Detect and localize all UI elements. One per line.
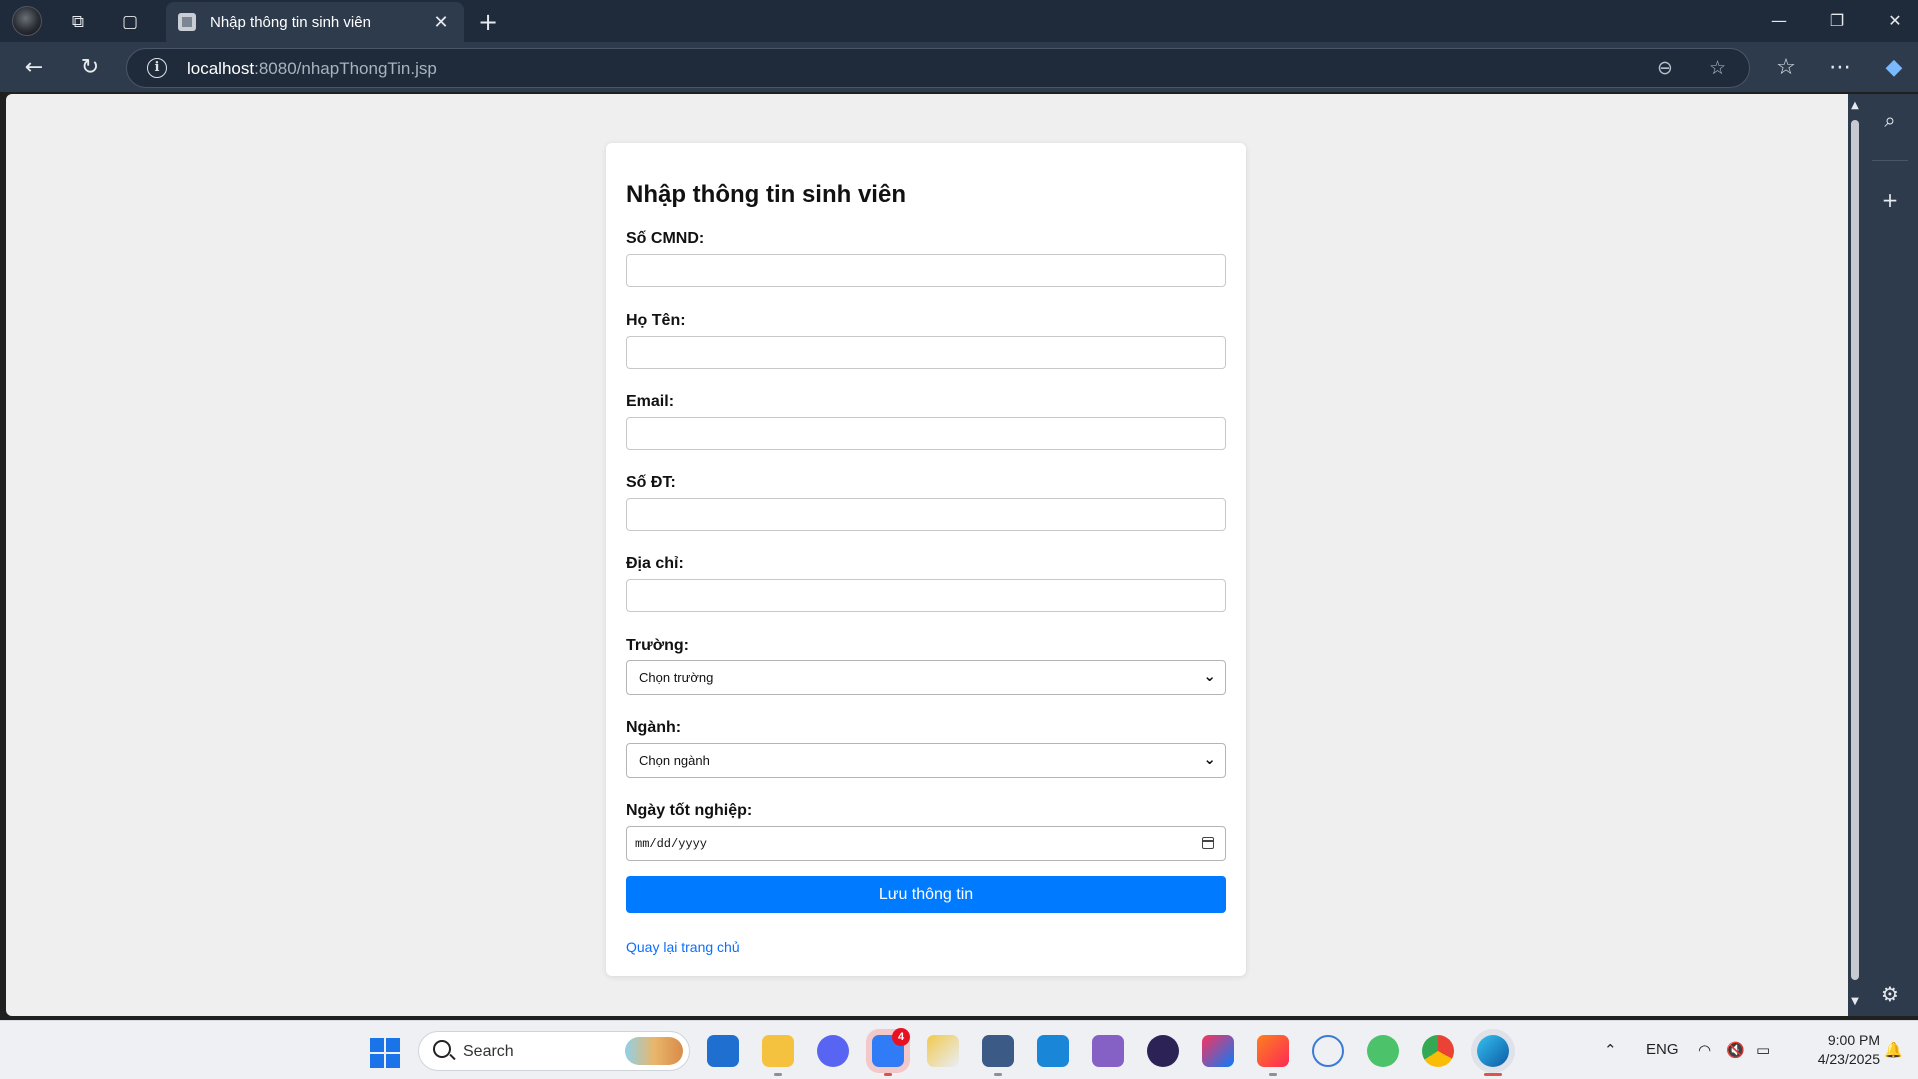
- school-select[interactable]: Chọn trường ⌄: [626, 660, 1226, 695]
- workspaces-icon[interactable]: ⧉: [64, 8, 92, 36]
- restore-icon[interactable]: ❐: [1814, 8, 1860, 34]
- running-indicator: [774, 1073, 782, 1076]
- url-text[interactable]: localhost:8080/nhapThongTin.jsp: [187, 59, 437, 79]
- mysql-workbench-icon[interactable]: [982, 1035, 1014, 1067]
- more-menu-icon[interactable]: ⋯: [1824, 52, 1856, 84]
- new-tab-icon[interactable]: +: [478, 8, 498, 36]
- running-indicator: [1269, 1073, 1277, 1076]
- scroll-down-icon[interactable]: ▼: [1850, 996, 1860, 1007]
- taskbar: Search 4 ⌃ ENG ◠ 🔇 ▭ 9:00 PM 4/23/2025 🔔: [0, 1020, 1918, 1079]
- address-input[interactable]: [626, 579, 1226, 612]
- running-indicator: [994, 1073, 1002, 1076]
- page-title: Nhập thông tin sinh viên: [626, 181, 906, 208]
- tab-title: Nhập thông tin sinh viên: [210, 13, 371, 31]
- browser-toolbar: ← ↻ i localhost:8080/nhapThongTin.jsp ⊖ …: [0, 42, 1918, 92]
- grad-date-placeholder: mm/dd/yyyy: [635, 837, 708, 851]
- sidebar-search-icon[interactable]: ⌕: [1876, 106, 1904, 134]
- snipping-tool-icon[interactable]: [927, 1035, 959, 1067]
- favorites-icon[interactable]: ☆: [1770, 52, 1802, 84]
- sidebar-divider: [1872, 160, 1908, 161]
- zalo-badge: 4: [892, 1028, 910, 1046]
- taskbar-search[interactable]: Search: [418, 1031, 690, 1071]
- webstorm-icon[interactable]: [1202, 1035, 1234, 1067]
- tab-favicon-icon: [178, 13, 196, 31]
- translator-icon[interactable]: [1312, 1035, 1344, 1067]
- clock[interactable]: 9:00 PM 4/23/2025: [1790, 1031, 1880, 1069]
- tray-overflow-icon[interactable]: ⌃: [1604, 1041, 1617, 1059]
- grad-date-input[interactable]: mm/dd/yyyy: [626, 826, 1226, 861]
- site-info-icon[interactable]: i: [147, 58, 167, 78]
- wifi-icon[interactable]: ◠: [1698, 1041, 1711, 1059]
- chevron-down-icon: ⌄: [1203, 750, 1216, 768]
- back-home-link[interactable]: Quay lại trang chủ: [626, 939, 740, 955]
- coccoc-icon[interactable]: [1367, 1035, 1399, 1067]
- minimize-icon[interactable]: —: [1756, 8, 1802, 34]
- save-button[interactable]: Lưu thông tin: [626, 876, 1226, 913]
- tab-close-icon[interactable]: ✕: [430, 12, 452, 33]
- major-select[interactable]: Chọn ngành ⌄: [626, 743, 1226, 778]
- file-explorer-icon[interactable]: [762, 1035, 794, 1067]
- visual-studio-icon[interactable]: [1092, 1035, 1124, 1067]
- cmnd-label: Số CMND:: [626, 230, 705, 247]
- search-label: Search: [463, 1043, 514, 1060]
- back-icon[interactable]: ←: [18, 52, 50, 84]
- cmnd-input[interactable]: [626, 254, 1226, 287]
- grad-date-label: Ngày tốt nghiệp:: [626, 802, 753, 819]
- address-bar[interactable]: i localhost:8080/nhapThongTin.jsp ⊖ ☆: [126, 48, 1750, 88]
- discord-icon[interactable]: [817, 1035, 849, 1067]
- sidebar-add-icon[interactable]: +: [1876, 186, 1904, 214]
- email-input[interactable]: [626, 417, 1226, 450]
- sidebar-settings-icon[interactable]: ⚙: [1876, 980, 1904, 1008]
- eclipse-icon[interactable]: [1147, 1035, 1179, 1067]
- active-tab[interactable]: Nhập thông tin sinh viên ✕: [166, 2, 464, 42]
- email-label: Email:: [626, 393, 675, 410]
- running-indicator: [884, 1073, 892, 1076]
- vscode-icon[interactable]: [1037, 1035, 1069, 1067]
- chrome-icon[interactable]: [1422, 1035, 1454, 1067]
- scroll-thumb[interactable]: [1851, 120, 1859, 980]
- language-indicator[interactable]: ENG: [1646, 1041, 1679, 1058]
- phone-input[interactable]: [626, 498, 1226, 531]
- browser-title-bar: ⧉ ▢ Nhập thông tin sinh viên ✕ + — ❐ ✕: [0, 0, 1918, 42]
- copilot-icon[interactable]: ◆: [1878, 52, 1910, 84]
- volume-muted-icon[interactable]: 🔇: [1726, 1041, 1745, 1059]
- school-label: Trường:: [626, 637, 689, 654]
- store-app-icon[interactable]: [707, 1035, 739, 1067]
- name-label: Họ Tên:: [626, 312, 686, 329]
- zoom-icon[interactable]: ⊖: [1657, 57, 1673, 79]
- calendar-icon[interactable]: [1202, 837, 1214, 849]
- profile-avatar[interactable]: [12, 6, 42, 36]
- battery-icon[interactable]: ▭: [1756, 1041, 1770, 1059]
- active-indicator: [1484, 1073, 1502, 1076]
- clock-date: 4/23/2025: [1817, 1051, 1880, 1067]
- clock-time: 9:00 PM: [1827, 1032, 1880, 1048]
- search-icon: [433, 1040, 451, 1058]
- school-selected-value: Chọn trường: [639, 670, 714, 685]
- notification-icon[interactable]: 🔔: [1884, 1041, 1903, 1059]
- address-label: Địa chỉ:: [626, 555, 684, 572]
- major-label: Ngành:: [626, 719, 682, 736]
- student-form-card: Nhập thông tin sinh viên Số CMND: Họ Tên…: [606, 143, 1246, 976]
- major-selected-value: Chọn ngành: [639, 753, 710, 768]
- edge-icon[interactable]: [1477, 1035, 1509, 1067]
- phone-label: Số ĐT:: [626, 474, 676, 491]
- scroll-up-icon[interactable]: ▲: [1850, 100, 1860, 111]
- browser-sidebar: [1862, 94, 1918, 1016]
- close-window-icon[interactable]: ✕: [1872, 8, 1918, 34]
- chevron-down-icon: ⌄: [1203, 667, 1216, 685]
- windows-start-icon[interactable]: [370, 1038, 400, 1068]
- name-input[interactable]: [626, 336, 1226, 369]
- vertical-tabs-icon[interactable]: ▢: [116, 8, 144, 36]
- zalo-icon[interactable]: 4: [872, 1028, 910, 1067]
- search-highlight-image: [625, 1037, 683, 1065]
- refresh-icon[interactable]: ↻: [74, 52, 106, 84]
- intellij-icon[interactable]: [1257, 1035, 1289, 1067]
- favorite-star-icon[interactable]: ☆: [1709, 57, 1726, 79]
